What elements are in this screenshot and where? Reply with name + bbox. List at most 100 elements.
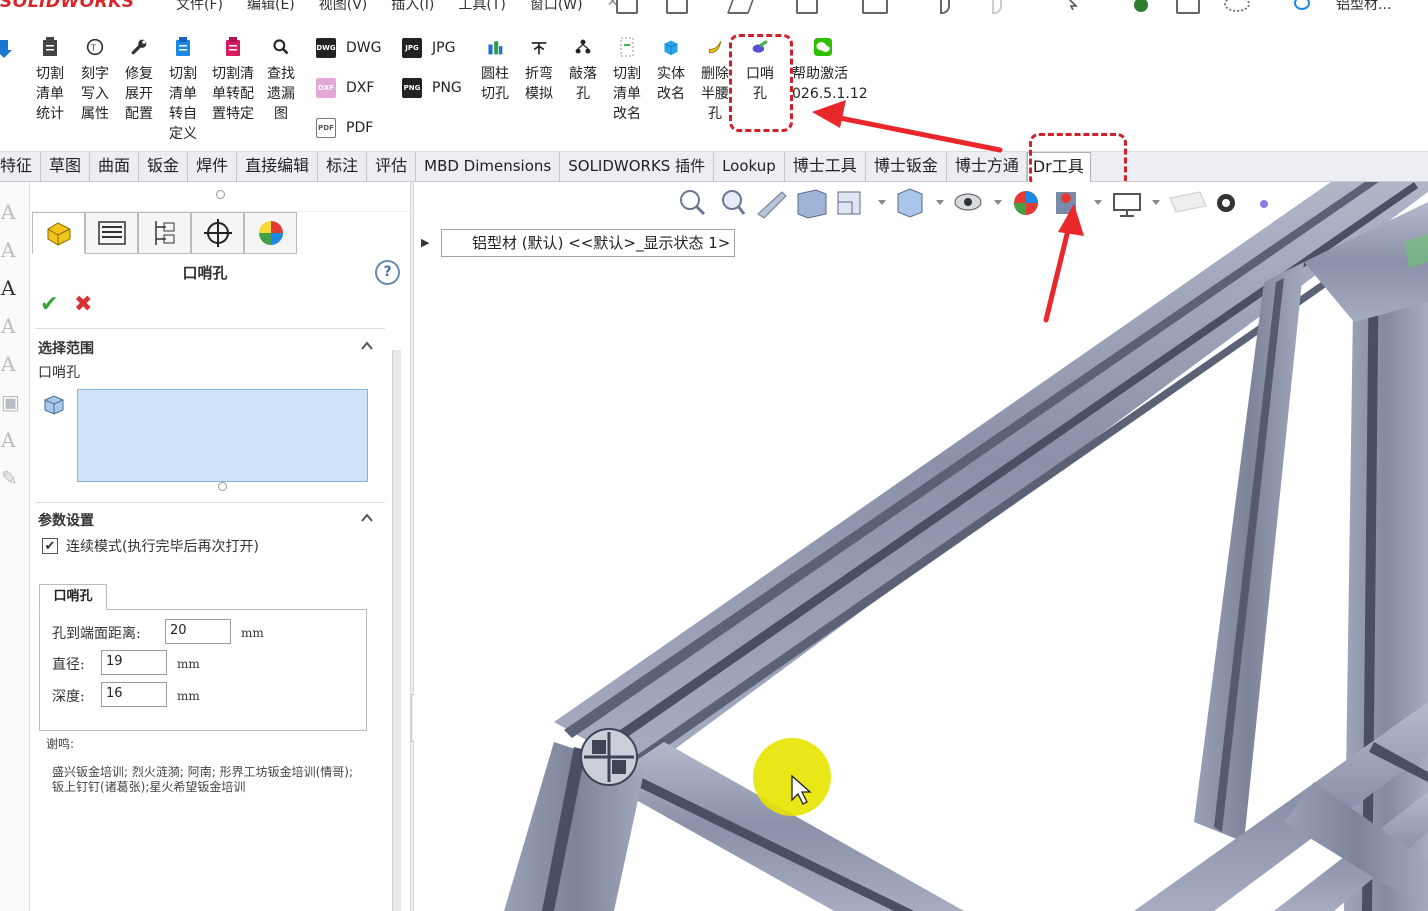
tab-dr-square-tube[interactable]: 博士方通 <box>947 152 1027 182</box>
display-style-icon[interactable] <box>897 188 944 218</box>
find-missing-drawings-button[interactable]: 查找 遗漏 图 <box>264 34 298 124</box>
diameter-input[interactable]: 19 <box>101 650 167 675</box>
property-manager-tab[interactable] <box>85 212 138 254</box>
previous-view-icon[interactable] <box>757 191 787 219</box>
pm-grip-dot[interactable] <box>216 190 225 199</box>
engrave-attributes-button[interactable]: T 刻字 写入 属性 <box>78 34 112 124</box>
configuration-manager-tab[interactable] <box>138 212 191 254</box>
apply-scene-icon[interactable] <box>1056 192 1102 214</box>
view-settings-icon[interactable] <box>1113 193 1160 217</box>
cylinder-cut-hole-button[interactable]: 圆柱 切孔 <box>478 34 512 104</box>
bend-sim-icon <box>531 42 547 55</box>
tab-solidworks-addins[interactable]: SOLIDWORKS 插件 <box>560 152 715 182</box>
ok-button[interactable]: ✔ <box>40 292 58 317</box>
new-document-icon[interactable] <box>616 0 638 14</box>
export-dxf-button[interactable]: DXF DXF <box>316 78 374 98</box>
collapse-chevron-icon[interactable] <box>360 339 374 353</box>
tab-evaluate[interactable]: 评估 <box>367 152 417 182</box>
tab-surfaces[interactable]: 曲面 <box>90 152 140 182</box>
select-cursor-icon[interactable] <box>1064 0 1078 14</box>
tree-expand-arrow-icon[interactable]: ▶ <box>421 236 429 249</box>
collapse-chevron-icon[interactable] <box>360 511 374 525</box>
undo-icon[interactable] <box>940 0 950 14</box>
whistle-hole-group-tab[interactable]: 口哨孔 <box>39 584 107 610</box>
refresh-icon[interactable] <box>1294 0 1310 10</box>
rebuild-icon[interactable] <box>1134 0 1148 12</box>
tab-features[interactable]: 特征 <box>0 152 42 182</box>
feature-manager-tab[interactable] <box>32 212 85 254</box>
export-jpg-button[interactable]: JPG JPG <box>402 38 455 58</box>
body-rename-button[interactable]: 实体 改名 <box>654 34 688 104</box>
feature-tree-root[interactable]: 铝型材 (默认) <<默认>_显示状态 1> <box>441 229 736 257</box>
export-pdf-button[interactable]: PDF PDF <box>316 118 373 138</box>
tab-direct-editing[interactable]: 直接编辑 <box>237 152 319 182</box>
options-gear-icon[interactable] <box>1224 0 1250 12</box>
redo-icon[interactable] <box>992 0 1002 14</box>
cutlist-to-custom-button[interactable]: 切割 清单 转自 定义 <box>166 34 200 144</box>
save-icon[interactable] <box>796 0 818 14</box>
depth-input[interactable]: 16 <box>101 682 167 707</box>
print-icon[interactable] <box>862 0 888 14</box>
open-document-icon[interactable] <box>666 0 688 14</box>
distance-input[interactable]: 20 <box>165 619 231 644</box>
menu-file[interactable]: 文件(F) <box>176 0 223 14</box>
hide-show-items-icon[interactable] <box>954 193 1002 211</box>
zoom-to-fit-icon[interactable] <box>680 190 706 216</box>
list-resize-handle[interactable] <box>218 482 227 491</box>
cutlist-to-config-button[interactable]: 切割清 单转配 置特定 <box>208 34 258 124</box>
tab-dr-sheet-metal[interactable]: 博士钣金 <box>866 152 947 182</box>
selection-section-header[interactable]: 选择范围 <box>38 338 94 358</box>
menu-tools[interactable]: 工具(T) <box>458 0 505 14</box>
stamp-icon[interactable]: ▣ <box>1 390 23 420</box>
annotation-icon[interactable]: A <box>1 200 23 230</box>
tab-sketch[interactable]: 草图 <box>41 152 91 182</box>
balloon-icon[interactable]: A <box>1 238 23 268</box>
delete-half-hole-button[interactable]: 删除 半腰 孔 <box>698 34 732 124</box>
pm-scrollbar[interactable] <box>392 350 401 911</box>
weld-symbol-icon[interactable]: ✎ <box>1 466 23 496</box>
checkbox-checked-icon[interactable]: ✔ <box>42 538 58 554</box>
cutlist-rename-button[interactable]: 切割 清单 改名 <box>610 34 644 124</box>
whistle-hole-mini-icon[interactable] <box>1260 200 1268 208</box>
section-view-icon[interactable] <box>797 189 827 219</box>
tab-weldments[interactable]: 焊件 <box>188 152 238 182</box>
tab-lookup[interactable]: Lookup <box>714 152 785 182</box>
note-icon[interactable]: A <box>1 314 23 344</box>
left-toolbar: A A A A A ▣ A ✎ <box>0 182 30 911</box>
repair-unfold-config-button[interactable]: 修复 展开 配置 <box>122 34 156 124</box>
dimxpert-manager-tab[interactable] <box>191 212 244 254</box>
help-button[interactable]: ? <box>375 260 400 285</box>
menu-edit[interactable]: 编辑(E) <box>247 0 295 14</box>
file-properties-icon[interactable] <box>1176 0 1200 14</box>
export-png-button[interactable]: PNG PNG <box>402 78 462 98</box>
params-section-header[interactable]: 参数设置 <box>38 510 94 530</box>
continuous-mode-checkbox[interactable]: ✔ 连续模式(执行完毕后再次打开) <box>42 536 259 556</box>
selection-list-box[interactable] <box>77 389 368 482</box>
text-style-icon[interactable]: A <box>1 428 23 458</box>
edit-appearance-icon[interactable] <box>1014 191 1038 215</box>
auto-balloon-icon[interactable]: A <box>1 276 23 306</box>
tab-mbd-dimensions[interactable]: MBD Dimensions <box>416 152 561 182</box>
knockout-hole-button[interactable]: 敲落 孔 <box>566 34 600 104</box>
datum-icon[interactable]: A <box>1 352 23 382</box>
export-dwg-button[interactable]: DWG DWG <box>316 38 381 58</box>
cancel-button[interactable]: ✖ <box>74 292 92 317</box>
edit-icon[interactable] <box>726 0 756 14</box>
zoom-area-icon[interactable] <box>722 190 746 215</box>
help-activate-button[interactable]: 帮助激活 026.5.1.12 <box>792 34 868 104</box>
display-manager-tab[interactable] <box>244 212 297 254</box>
tab-dr-tools[interactable]: 博士工具 <box>785 152 866 182</box>
realview-icon[interactable] <box>1169 191 1207 213</box>
display-pane-eye-icon[interactable] <box>1217 194 1235 212</box>
view-orientation-icon[interactable] <box>837 191 886 215</box>
graphics-area[interactable] <box>414 182 1428 911</box>
cutlist-stats-button[interactable]: 切割 清单 统计 <box>33 34 67 124</box>
menu-window[interactable]: 窗口(W) <box>530 0 583 14</box>
menu-insert[interactable]: 插入(I) <box>391 0 434 14</box>
import-arrow-icon[interactable] <box>0 38 20 60</box>
menu-view[interactable]: 视图(V) <box>319 0 368 14</box>
bend-simulation-button[interactable]: 折弯 模拟 <box>522 34 556 104</box>
dxf-file-icon: DXF <box>316 78 336 98</box>
tab-sheet-metal[interactable]: 钣金 <box>139 152 189 182</box>
tab-markup[interactable]: 标注 <box>318 152 368 182</box>
